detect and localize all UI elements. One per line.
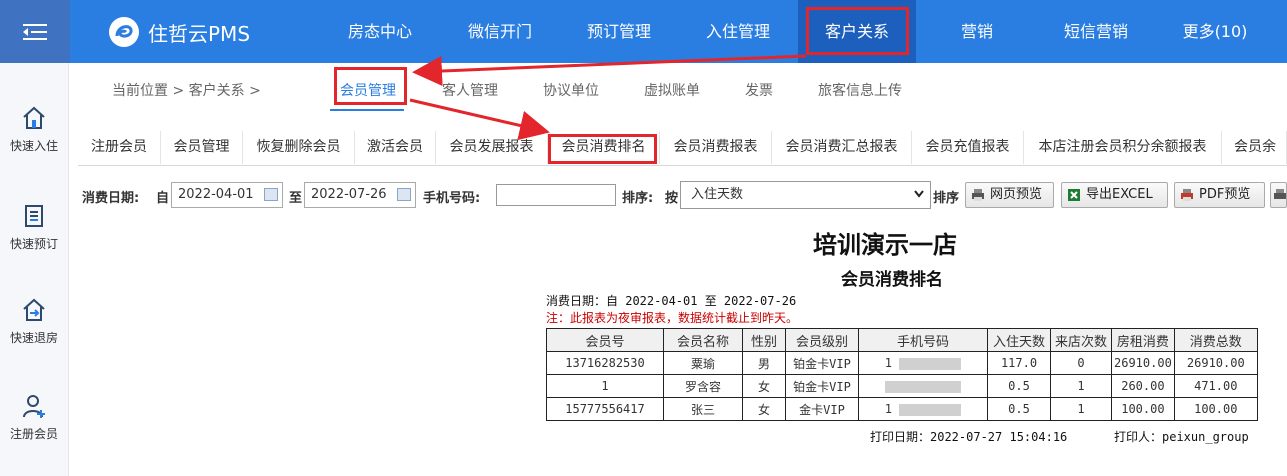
pdf-icon xyxy=(1181,189,1193,201)
web-preview-label: 网页预览 xyxy=(990,187,1043,202)
col-gender: 性别 xyxy=(742,328,786,352)
sort-tail-label: 排序 xyxy=(933,191,960,206)
phone-visible-part: 1 xyxy=(884,356,892,370)
cell-visits: 1 xyxy=(1050,374,1112,398)
col-member-name: 会员名称 xyxy=(663,328,743,352)
pdf-preview-button[interactable]: PDF预览 xyxy=(1174,182,1265,208)
to-label: 至 xyxy=(289,191,303,206)
cell-member-no: 1 xyxy=(546,374,664,398)
print-icon xyxy=(1274,189,1286,199)
excel-icon xyxy=(1068,189,1080,201)
cell-member-no: 15777556417 xyxy=(546,397,664,421)
cell-rent: 260.00 xyxy=(1111,374,1175,398)
cell-total: 471.00 xyxy=(1173,374,1258,398)
export-excel-label: 导出EXCEL xyxy=(1086,187,1153,202)
web-preview-button[interactable]: 网页预览 xyxy=(965,182,1054,208)
cell-member-name: 罗含容 xyxy=(663,374,743,398)
redaction-mask xyxy=(885,380,961,393)
sort-by-label: 按 xyxy=(665,191,679,206)
cell-days: 0.5 xyxy=(987,397,1051,421)
from-label: 自 xyxy=(156,191,170,206)
date-to-input[interactable]: 2022-07-26 xyxy=(304,182,416,208)
calendar-icon[interactable] xyxy=(264,188,278,201)
cell-gender: 女 xyxy=(742,374,786,398)
col-rent: 房租消费 xyxy=(1111,328,1175,352)
chevron-down-icon xyxy=(914,190,924,198)
cell-level: 铂金卡VIP xyxy=(785,374,859,398)
phone-input[interactable] xyxy=(496,184,616,206)
sort-select[interactable]: 入住天数 xyxy=(680,181,931,209)
cell-phone: 1 xyxy=(858,351,988,375)
ranking-table: 会员号 会员名称 性别 会员级别 手机号码 入住天数 来店次数 房租消费 消费总… xyxy=(546,328,1258,421)
phone-visible-part: 1 xyxy=(884,402,892,416)
report-hotel-name: 培训演示一店 xyxy=(813,230,957,259)
date-from-value: 2022-04-01 xyxy=(178,187,254,202)
pdf-preview-label: PDF预览 xyxy=(1199,187,1251,202)
cell-visits: 0 xyxy=(1050,351,1112,375)
col-phone: 手机号码 xyxy=(858,328,988,352)
sort-select-value: 入住天数 xyxy=(691,187,744,202)
col-visits: 来店次数 xyxy=(1050,328,1112,352)
report-note: 注：此报表为夜审报表，数据统计截止到昨天。 xyxy=(546,311,799,325)
cell-member-no: 13716282530 xyxy=(546,351,664,375)
sort-label: 排序: xyxy=(622,191,654,206)
col-total: 消费总数 xyxy=(1173,328,1258,352)
col-member-no: 会员号 xyxy=(546,328,664,352)
cell-level: 金卡VIP xyxy=(785,397,859,421)
cell-rent: 26910.00 xyxy=(1111,351,1175,375)
redaction-mask xyxy=(899,403,962,416)
report-date-range: 消费日期：自 2022-04-01 至 2022-07-26 xyxy=(546,294,797,308)
cell-member-name: 粟瑜 xyxy=(663,351,743,375)
cell-gender: 女 xyxy=(742,397,786,421)
cell-gender: 男 xyxy=(742,351,786,375)
table-row: 13716282530 粟瑜 男 铂金卡VIP 1 117.0 0 26910.… xyxy=(546,351,1258,375)
col-days: 入住天数 xyxy=(987,328,1051,352)
phone-label: 手机号码: xyxy=(423,191,481,206)
col-level: 会员级别 xyxy=(785,328,859,352)
cell-rent: 100.00 xyxy=(1111,397,1175,421)
printer-name: 打印人：peixun_group xyxy=(1114,430,1249,444)
date-from-input[interactable]: 2022-04-01 xyxy=(171,182,283,208)
report-title: 会员消费排名 xyxy=(841,270,943,290)
redaction-mask xyxy=(899,357,962,370)
table-row: 1 罗含容 女 铂金卡VIP 0.5 1 260.00 471.00 xyxy=(546,374,1258,398)
table-row: 15777556417 张三 女 金卡VIP 1 0.5 1 100.00 10… xyxy=(546,397,1258,421)
cell-phone xyxy=(858,374,988,398)
printer-icon xyxy=(972,189,984,201)
calendar-icon[interactable] xyxy=(397,188,411,201)
table-header-row: 会员号 会员名称 性别 会员级别 手机号码 入住天数 来店次数 房租消费 消费总… xyxy=(546,328,1258,352)
cell-days: 0.5 xyxy=(987,374,1051,398)
export-excel-button[interactable]: 导出EXCEL xyxy=(1061,182,1168,208)
cell-level: 铂金卡VIP xyxy=(785,351,859,375)
cell-phone: 1 xyxy=(858,397,988,421)
date-to-value: 2022-07-26 xyxy=(311,187,387,202)
cell-visits: 1 xyxy=(1050,397,1112,421)
cell-days: 117.0 xyxy=(987,351,1051,375)
date-label: 消费日期: xyxy=(82,191,140,206)
cell-total: 100.00 xyxy=(1173,397,1258,421)
cell-member-name: 张三 xyxy=(663,397,743,421)
print-button[interactable] xyxy=(1270,182,1287,208)
cell-total: 26910.00 xyxy=(1173,351,1258,375)
print-date: 打印日期：2022-07-27 15:04:16 xyxy=(870,430,1068,444)
